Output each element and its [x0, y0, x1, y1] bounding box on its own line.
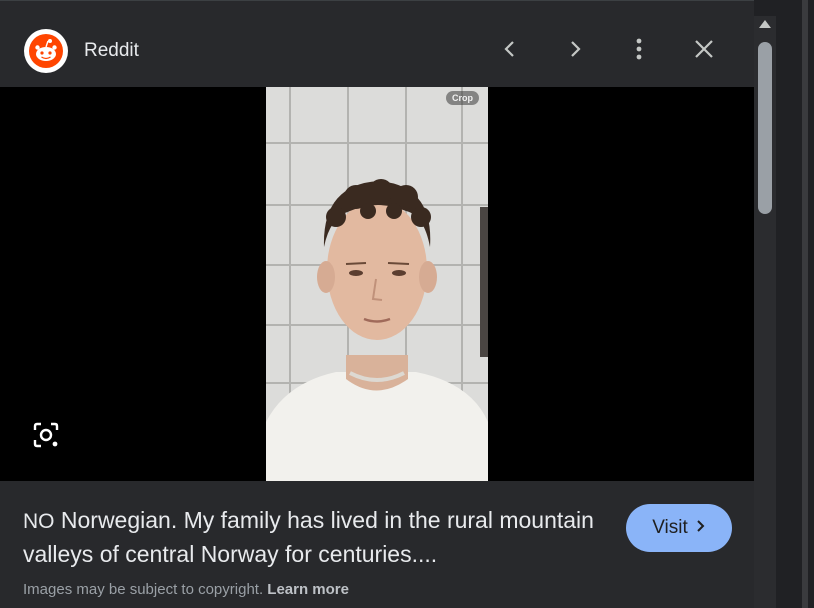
image-viewer[interactable]: Crop [0, 87, 754, 481]
page-background-strip [776, 0, 814, 608]
copyright-text: Images may be subject to copyright. [23, 581, 268, 598]
preview-header: Reddit [0, 1, 754, 87]
scroll-thumb[interactable] [758, 42, 772, 214]
close-icon [693, 38, 715, 65]
copyright-note: Images may be subject to copyright. Lear… [23, 580, 349, 600]
page-scrollbar-track[interactable] [802, 0, 808, 608]
caption-text: Norwegian. My family has lived in the ru… [23, 507, 594, 567]
scroll-up-arrow-icon[interactable] [759, 20, 771, 28]
visit-label: Visit [652, 517, 688, 538]
lens-search-button[interactable] [26, 417, 66, 457]
learn-more-link[interactable]: Learn more [267, 581, 349, 598]
more-vert-icon [629, 37, 649, 66]
chevron-right-icon [565, 39, 585, 64]
previous-button[interactable] [490, 31, 530, 71]
preview-image[interactable] [266, 87, 488, 481]
caption-tag: NO [23, 510, 55, 533]
image-preview-panel: Reddit Crop NO Norwegian. My family has … [0, 0, 754, 608]
source-name[interactable]: Reddit [84, 39, 139, 63]
reddit-logo-icon[interactable] [24, 29, 68, 73]
lens-search-icon [32, 421, 60, 454]
image-caption[interactable]: NO Norwegian. My family has lived in the… [23, 504, 603, 570]
scrollbar[interactable] [754, 16, 776, 608]
visit-button[interactable]: Visit [626, 504, 732, 552]
more-options-button[interactable] [619, 31, 659, 71]
next-button[interactable] [555, 31, 595, 71]
crop-badge[interactable]: Crop [446, 91, 479, 105]
chevron-left-icon [500, 39, 520, 64]
close-button[interactable] [684, 31, 724, 71]
chevron-right-icon [696, 517, 706, 539]
